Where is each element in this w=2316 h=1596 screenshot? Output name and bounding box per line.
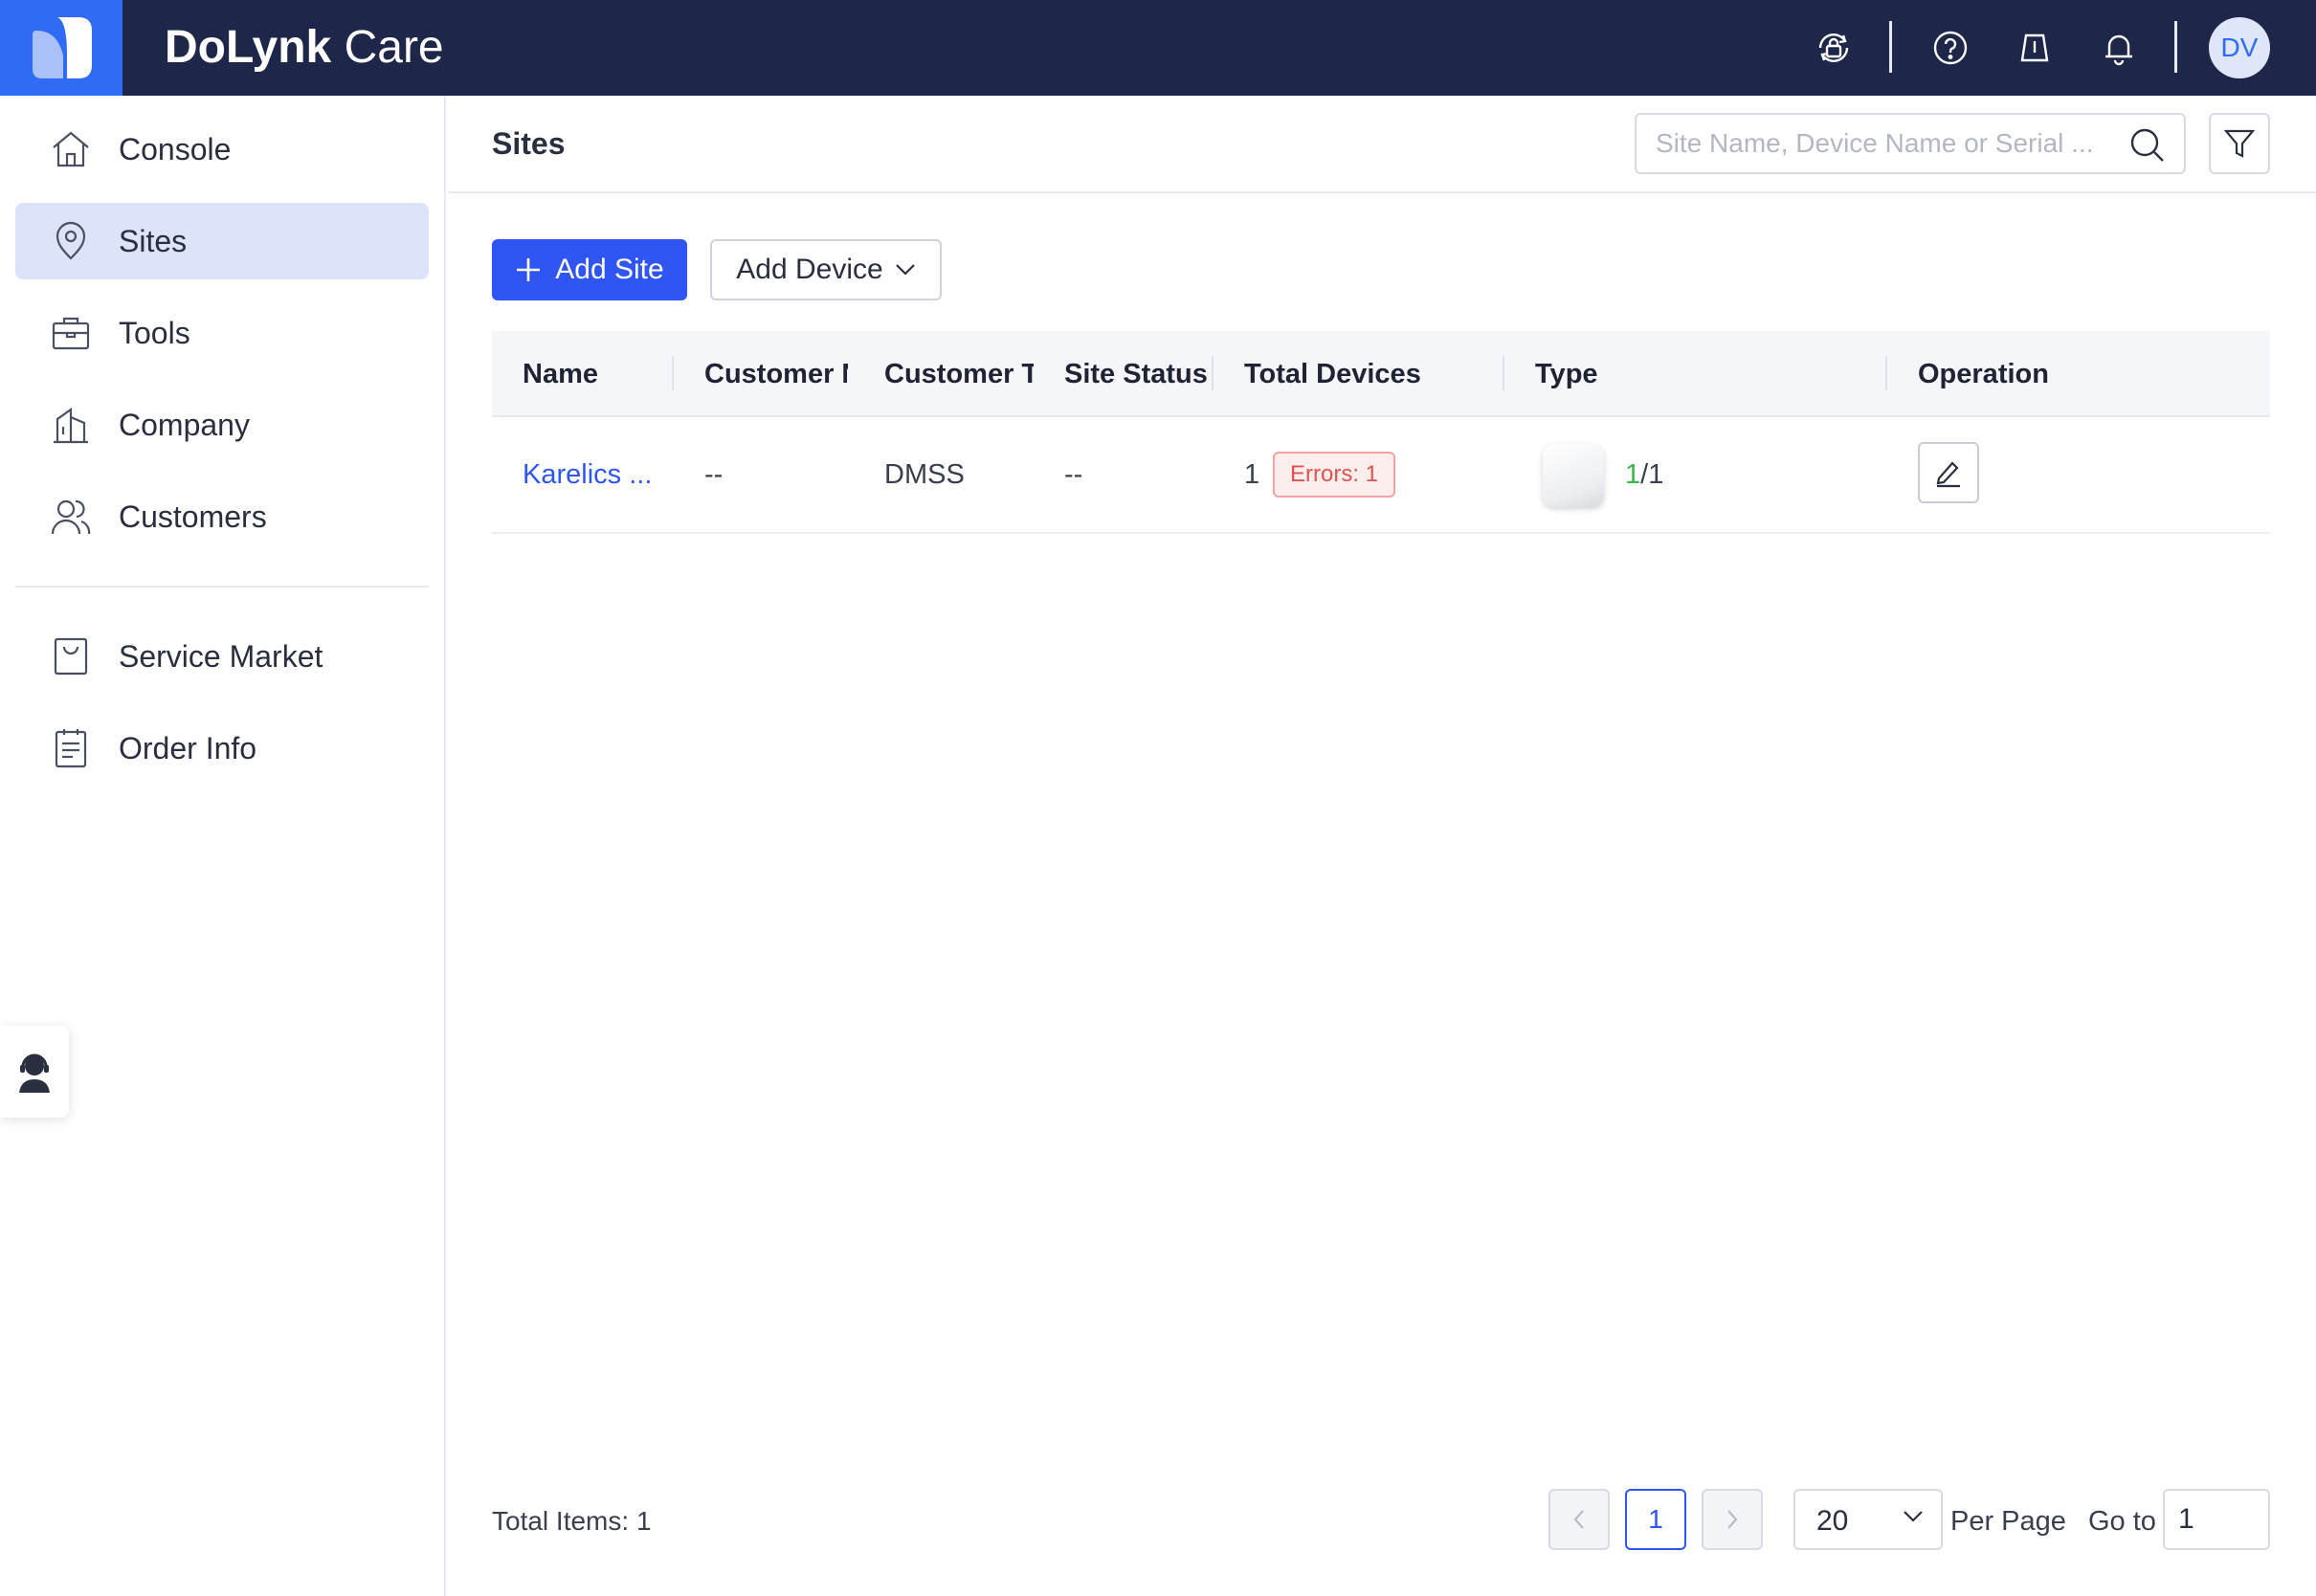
errors-badge[interactable]: Errors: 1: [1273, 452, 1396, 498]
column-header-customer-type[interactable]: Customer Type: [884, 355, 1034, 393]
chevron-right-icon: [1727, 1510, 1738, 1529]
customer-type-cell: DMSS: [884, 459, 965, 490]
toolbox-icon: [52, 317, 90, 350]
logo[interactable]: [0, 0, 122, 96]
sidebar-item-service-market[interactable]: Service Market: [15, 618, 429, 695]
help-icon[interactable]: [1929, 27, 1971, 69]
lock-sync-icon[interactable]: [1813, 27, 1855, 69]
column-resizer[interactable]: [1885, 356, 1887, 390]
column-header-name[interactable]: Name: [523, 355, 657, 393]
plus-icon: [517, 258, 541, 281]
edit-icon: [1936, 461, 1960, 488]
sidebar: Console Sites Tools Company Customers Se…: [0, 96, 446, 1596]
sidebar-item-label: Tools: [119, 316, 190, 350]
page-size-value: 20: [1816, 1505, 1849, 1537]
bell-icon[interactable]: [2098, 27, 2140, 69]
sidebar-item-order-info[interactable]: Order Info: [15, 710, 429, 787]
top-bar: DoLynk Care DV: [0, 0, 2316, 96]
edit-site-button[interactable]: [1918, 442, 1979, 503]
clipboard-icon: [55, 729, 87, 768]
users-icon: [51, 499, 91, 535]
topbar-divider: [2174, 21, 2177, 73]
total-devices-cell: 1: [1244, 459, 1260, 490]
add-site-button[interactable]: Add Site: [492, 239, 687, 300]
location-pin-icon: [56, 221, 86, 260]
sidebar-item-customers[interactable]: Customers: [15, 478, 429, 555]
home-icon: [53, 131, 89, 167]
add-site-label: Add Site: [555, 254, 664, 285]
device-online-count: 1/1: [1625, 455, 1663, 494]
page-title: Sites: [492, 126, 566, 161]
column-header-site-status[interactable]: Site Status: [1064, 355, 1217, 393]
goto-label: Go to: [2088, 1506, 2156, 1537]
sidebar-item-console[interactable]: Console: [15, 111, 429, 188]
brand-name: DoLynk Care: [165, 22, 444, 73]
goto-page-input[interactable]: [2163, 1489, 2270, 1550]
filter-button[interactable]: [2209, 113, 2270, 174]
per-page-label: Per Page: [1950, 1506, 2066, 1537]
page-header: Sites: [448, 96, 2316, 193]
prev-page-button[interactable]: [1548, 1489, 1610, 1550]
column-header-operation: Operation: [1918, 359, 2049, 389]
user-avatar[interactable]: DV: [2209, 17, 2270, 78]
add-device-dropdown[interactable]: Add Device: [710, 239, 942, 300]
building-icon: [54, 407, 88, 444]
sidebar-item-label: Company: [119, 408, 250, 442]
table-row[interactable]: Karelics ... -- DMSS -- 1 Errors: 1 1/1: [492, 417, 2270, 534]
site-status-cell: --: [1064, 459, 1083, 490]
column-resizer[interactable]: [1212, 356, 1214, 390]
column-header-type[interactable]: Type: [1535, 355, 1726, 393]
table-header: Name Customer Name Customer Type Site St…: [492, 331, 2270, 417]
search-box: [1635, 113, 2186, 174]
device-type-thumbnail: [1543, 444, 1604, 507]
filter-icon: [2223, 129, 2256, 158]
page-size-select[interactable]: 20: [1793, 1489, 1943, 1550]
column-header-customer-name[interactable]: Customer Name: [704, 355, 848, 393]
sidebar-item-label: Console: [119, 132, 232, 166]
page-number-button[interactable]: 1: [1625, 1489, 1686, 1550]
site-name-link[interactable]: Karelics ...: [523, 455, 652, 494]
column-resizer[interactable]: [1503, 356, 1504, 390]
sidebar-divider: [15, 586, 429, 587]
column-resizer[interactable]: [672, 356, 674, 390]
light-icon[interactable]: [2014, 27, 2056, 69]
sidebar-item-label: Service Market: [119, 639, 323, 674]
next-page-button[interactable]: [1702, 1489, 1763, 1550]
chevron-left-icon: [1573, 1510, 1584, 1529]
chevron-down-icon: [1904, 1511, 1923, 1522]
support-agent-icon: [19, 1053, 50, 1093]
customer-name-cell: --: [704, 459, 724, 490]
chevron-down-icon: [895, 264, 915, 276]
search-input[interactable]: [1656, 124, 2115, 163]
sidebar-item-company[interactable]: Company: [15, 387, 429, 463]
sidebar-item-sites[interactable]: Sites: [15, 203, 429, 279]
total-count: /1: [1640, 459, 1664, 490]
add-device-label: Add Device: [736, 254, 883, 285]
total-items: Total Items: 1: [492, 1506, 652, 1536]
search-icon[interactable]: [2128, 126, 2167, 165]
customer-support-button[interactable]: [0, 1026, 69, 1118]
sidebar-item-label: Sites: [119, 224, 188, 258]
column-header-total-devices[interactable]: Total Devices: [1244, 355, 1436, 393]
sidebar-item-label: Order Info: [119, 731, 257, 765]
sidebar-item-tools[interactable]: Tools: [15, 295, 429, 371]
topbar-divider: [1889, 21, 1892, 73]
online-count: 1: [1625, 459, 1641, 490]
sidebar-item-label: Customers: [119, 499, 267, 534]
logo-icon: [33, 17, 92, 78]
shopping-bag-icon: [54, 637, 88, 676]
